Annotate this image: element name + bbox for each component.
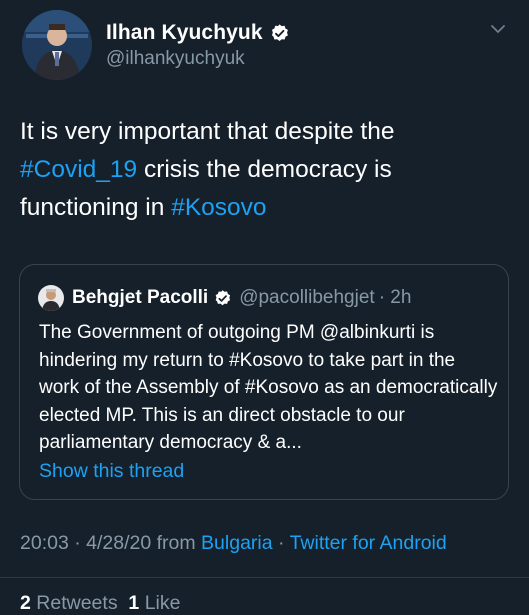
quoted-tweet-header: Behgjet Pacolli @pacollibehgjet · 2h [38, 285, 411, 311]
tweet-header: Ilhan Kyuchyuk @ilhankyuchyuk [0, 0, 529, 96]
verified-badge-icon [213, 289, 232, 308]
author-avatar[interactable] [22, 10, 92, 80]
quoted-author-name: Behgjet Pacolli [72, 287, 209, 308]
divider [0, 577, 529, 578]
author-display-name[interactable]: Ilhan Kyuchyuk [106, 21, 263, 45]
retweets-label[interactable]: Retweets [36, 592, 117, 614]
verified-badge-icon [269, 23, 290, 44]
quoted-author-avatar [38, 285, 64, 311]
likes-label[interactable]: Like [145, 592, 181, 614]
tweet-date: · 4/28/20 from [74, 532, 202, 554]
author-name-row: Ilhan Kyuchyuk [106, 21, 290, 45]
tweet-time: 20:03 [20, 532, 69, 554]
likes-count[interactable]: 1 [128, 592, 139, 614]
quoted-author-handle: @pacollibehgjet [239, 287, 375, 308]
show-thread-link[interactable]: Show this thread [39, 460, 184, 483]
quoted-tweet-card[interactable]: Behgjet Pacolli @pacollibehgjet · 2h The… [19, 264, 509, 500]
hashtag-link[interactable]: #Covid_19 [20, 156, 137, 183]
tweet-text-part: It is very important that despite the [20, 118, 395, 145]
location-link[interactable]: Bulgaria [201, 532, 273, 554]
meta-separator: · [272, 532, 290, 554]
retweets-count[interactable]: 2 [20, 592, 31, 614]
hashtag-link[interactable]: #Kosovo [171, 194, 266, 221]
chevron-down-icon[interactable] [489, 20, 507, 38]
tweet-meta: 20:03 · 4/28/20 from Bulgaria · Twitter … [20, 532, 447, 555]
tweet-text: It is very important that despite the #C… [20, 113, 510, 227]
quoted-tweet-body: The Government of outgoing PM @albinkurt… [39, 322, 498, 453]
author-handle[interactable]: @ilhankyuchyuk [106, 48, 245, 70]
source-link[interactable]: Twitter for Android [290, 532, 447, 554]
quoted-tweet-time: · 2h [378, 287, 412, 308]
